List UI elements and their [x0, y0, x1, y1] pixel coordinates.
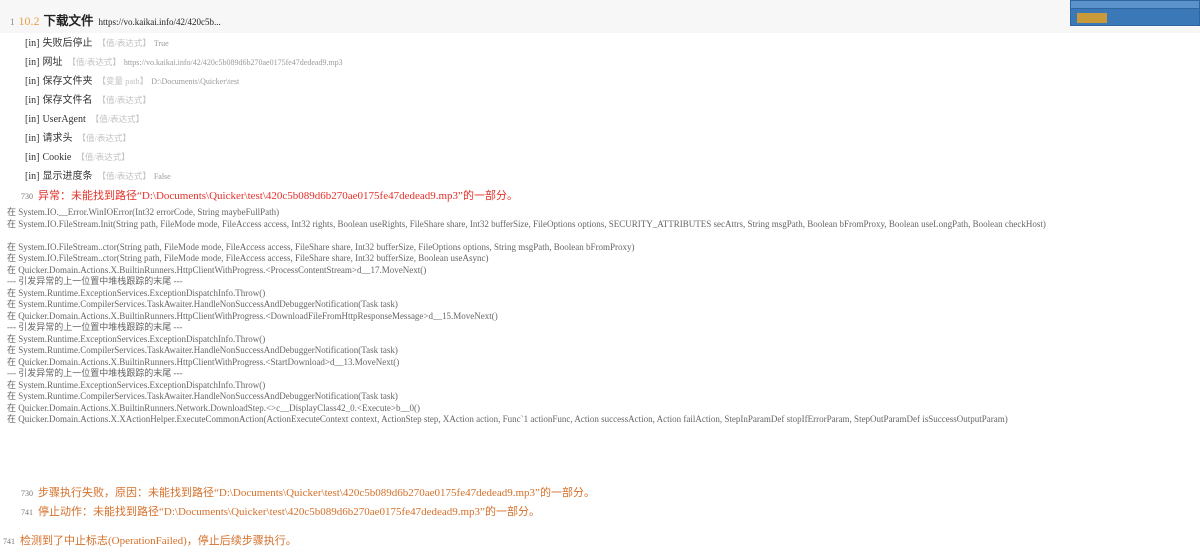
param-name: 请求头 [42, 133, 73, 144]
step-number: 10.2 [18, 14, 40, 28]
param-name: Cookie [42, 152, 72, 163]
stack-line: 在 System.IO.FileStream.Init(String path,… [7, 218, 1046, 229]
widget-title [1071, 1, 1199, 9]
stack-line: 在 System.Runtime.CompilerServices.TaskAw… [7, 391, 398, 401]
param-list: [in] 失败后停止 【值/表达式】 True [in] 网址 【值/表达式】 https:… [25, 34, 343, 186]
line-number: 730 [21, 192, 33, 201]
error-text: 异常：未能找到路径“D:\Documents\Quicker\test\420c… [38, 190, 518, 202]
param-dir: [in] [25, 76, 40, 87]
step-failed-message: 730 步骤执行失败，原因：未能找到路径“D:\Documents\Quicker… [21, 484, 595, 499]
param-type: 【值/表达式】 [97, 95, 151, 105]
param-dir: [in] [25, 152, 40, 163]
stack-line: 在 System.Runtime.ExceptionServices.Excep… [7, 379, 266, 390]
stack-line: 在 System.Runtime.CompilerServices.TaskAw… [7, 345, 398, 355]
abort-flag-text: 检测到了中止标志(OperationFailed)，停止后续步骤执行。 [20, 535, 297, 547]
param-dir: [in] [25, 133, 40, 144]
stack-separator: --- 引发异常的上一位置中堆栈跟踪的末尾 --- [7, 368, 183, 378]
step-index: 1 [10, 17, 15, 27]
stack-line: 在 Quicker.Domain.Actions.X.BuiltinRunner… [7, 356, 400, 367]
param-type: 【值/表达式】 [97, 38, 151, 48]
stack-line: 在 Quicker.Domain.Actions.X.BuiltinRunner… [7, 310, 498, 321]
overlay-widget[interactable] [1070, 0, 1200, 26]
param-dir: [in] [25, 114, 40, 125]
step-url: https://vo.kaikai.info/42/420c5b... [98, 17, 221, 27]
param-row: [in] 保存文件名 【值/表达式】 [25, 91, 343, 110]
param-row: [in] 失败后停止 【值/表达式】 True [25, 34, 343, 53]
param-dir: [in] [25, 95, 40, 106]
param-dir: [in] [25, 57, 40, 68]
line-number: 741 [21, 508, 33, 517]
stack-line: 在 System.IO.__Error.WinIOError(Int32 err… [7, 207, 280, 217]
stack-separator: --- 引发异常的上一位置中堆栈跟踪的末尾 --- [7, 322, 183, 332]
param-type: 【值/表达式】 [67, 57, 121, 67]
stack-line: 在 System.IO.FileStream..ctor(String path… [7, 253, 489, 263]
param-name: UserAgent [42, 114, 86, 125]
stack-line: 在 System.Runtime.ExceptionServices.Excep… [7, 333, 266, 344]
param-type: 【值/表达式】 [90, 114, 145, 124]
param-type: 【值/表达式】 [77, 133, 131, 143]
param-type: 【变量 path】 [97, 76, 149, 86]
param-name: 保存文件名 [42, 95, 93, 106]
param-value: True [153, 39, 169, 48]
param-dir: [in] [25, 38, 40, 49]
param-row: [in] 保存文件夹 【变量 path】 D:\Documents\Quicker\t… [25, 72, 343, 91]
step-header[interactable]: 1 10.2 下载文件 https://vo.kaikai.info/42/42… [10, 10, 221, 30]
param-row: [in] 请求头 【值/表达式】 [25, 129, 343, 148]
stack-line: 在 System.Runtime.ExceptionServices.Excep… [7, 287, 266, 298]
stack-separator: --- 引发异常的上一位置中堆栈跟踪的末尾 --- [7, 276, 183, 286]
widget-badge [1077, 13, 1107, 23]
param-row: [in] 显示进度条 【值/表达式】 False [25, 167, 343, 186]
line-number: 741 [3, 537, 15, 546]
step-title: 下载文件 [43, 14, 94, 28]
param-value: D:\Documents\Quicker\test [151, 77, 240, 86]
stack-line: 在 System.Runtime.CompilerServices.TaskAw… [7, 299, 398, 309]
param-type: 【值/表达式】 [97, 171, 151, 181]
param-name: 保存文件夹 [42, 76, 93, 87]
param-row: [in] UserAgent 【值/表达式】 [25, 110, 343, 129]
param-name: 失败后停止 [42, 38, 93, 49]
abort-flag-message: 741 检测到了中止标志(OperationFailed)，停止后续步骤执行。 [3, 532, 297, 547]
stack-line: 在 Quicker.Domain.Actions.X.BuiltinRunner… [7, 402, 420, 413]
param-value: https://vo.kaikai.info/42/420c5b089d6b27… [123, 58, 343, 67]
param-row: [in] 网址 【值/表达式】 https://vo.kaikai.info/42/4… [25, 53, 343, 72]
param-type: 【值/表达式】 [76, 152, 130, 162]
param-name: 显示进度条 [42, 171, 93, 182]
stop-action-text: 停止动作：未能找到路径“D:\Documents\Quicker\test\42… [38, 506, 540, 518]
stack-line: 在 Quicker.Domain.Actions.X.XActionHelper… [7, 414, 1008, 424]
stack-line: 在 System.IO.FileStream..ctor(String path… [7, 241, 635, 252]
param-value: False [153, 172, 171, 181]
step-failed-text: 步骤执行失败，原因：未能找到路径“D:\Documents\Quicker\te… [38, 487, 595, 499]
step-header-bar: 1 10.2 下载文件 https://vo.kaikai.info/42/42… [0, 0, 1200, 33]
stack-line: 在 Quicker.Domain.Actions.X.BuiltinRunner… [7, 264, 427, 275]
line-number: 730 [21, 489, 33, 498]
param-row: [in] Cookie 【值/表达式】 [25, 148, 343, 167]
stop-action-message: 741 停止动作：未能找到路径“D:\Documents\Quicker\test… [21, 503, 540, 518]
error-message: 730 异常：未能找到路径“D:\Documents\Quicker\test\4… [21, 187, 518, 203]
param-name: 网址 [42, 57, 63, 68]
stack-trace: 在 System.IO.__Error.WinIOError(Int32 err… [7, 207, 1193, 437]
param-dir: [in] [25, 171, 40, 182]
